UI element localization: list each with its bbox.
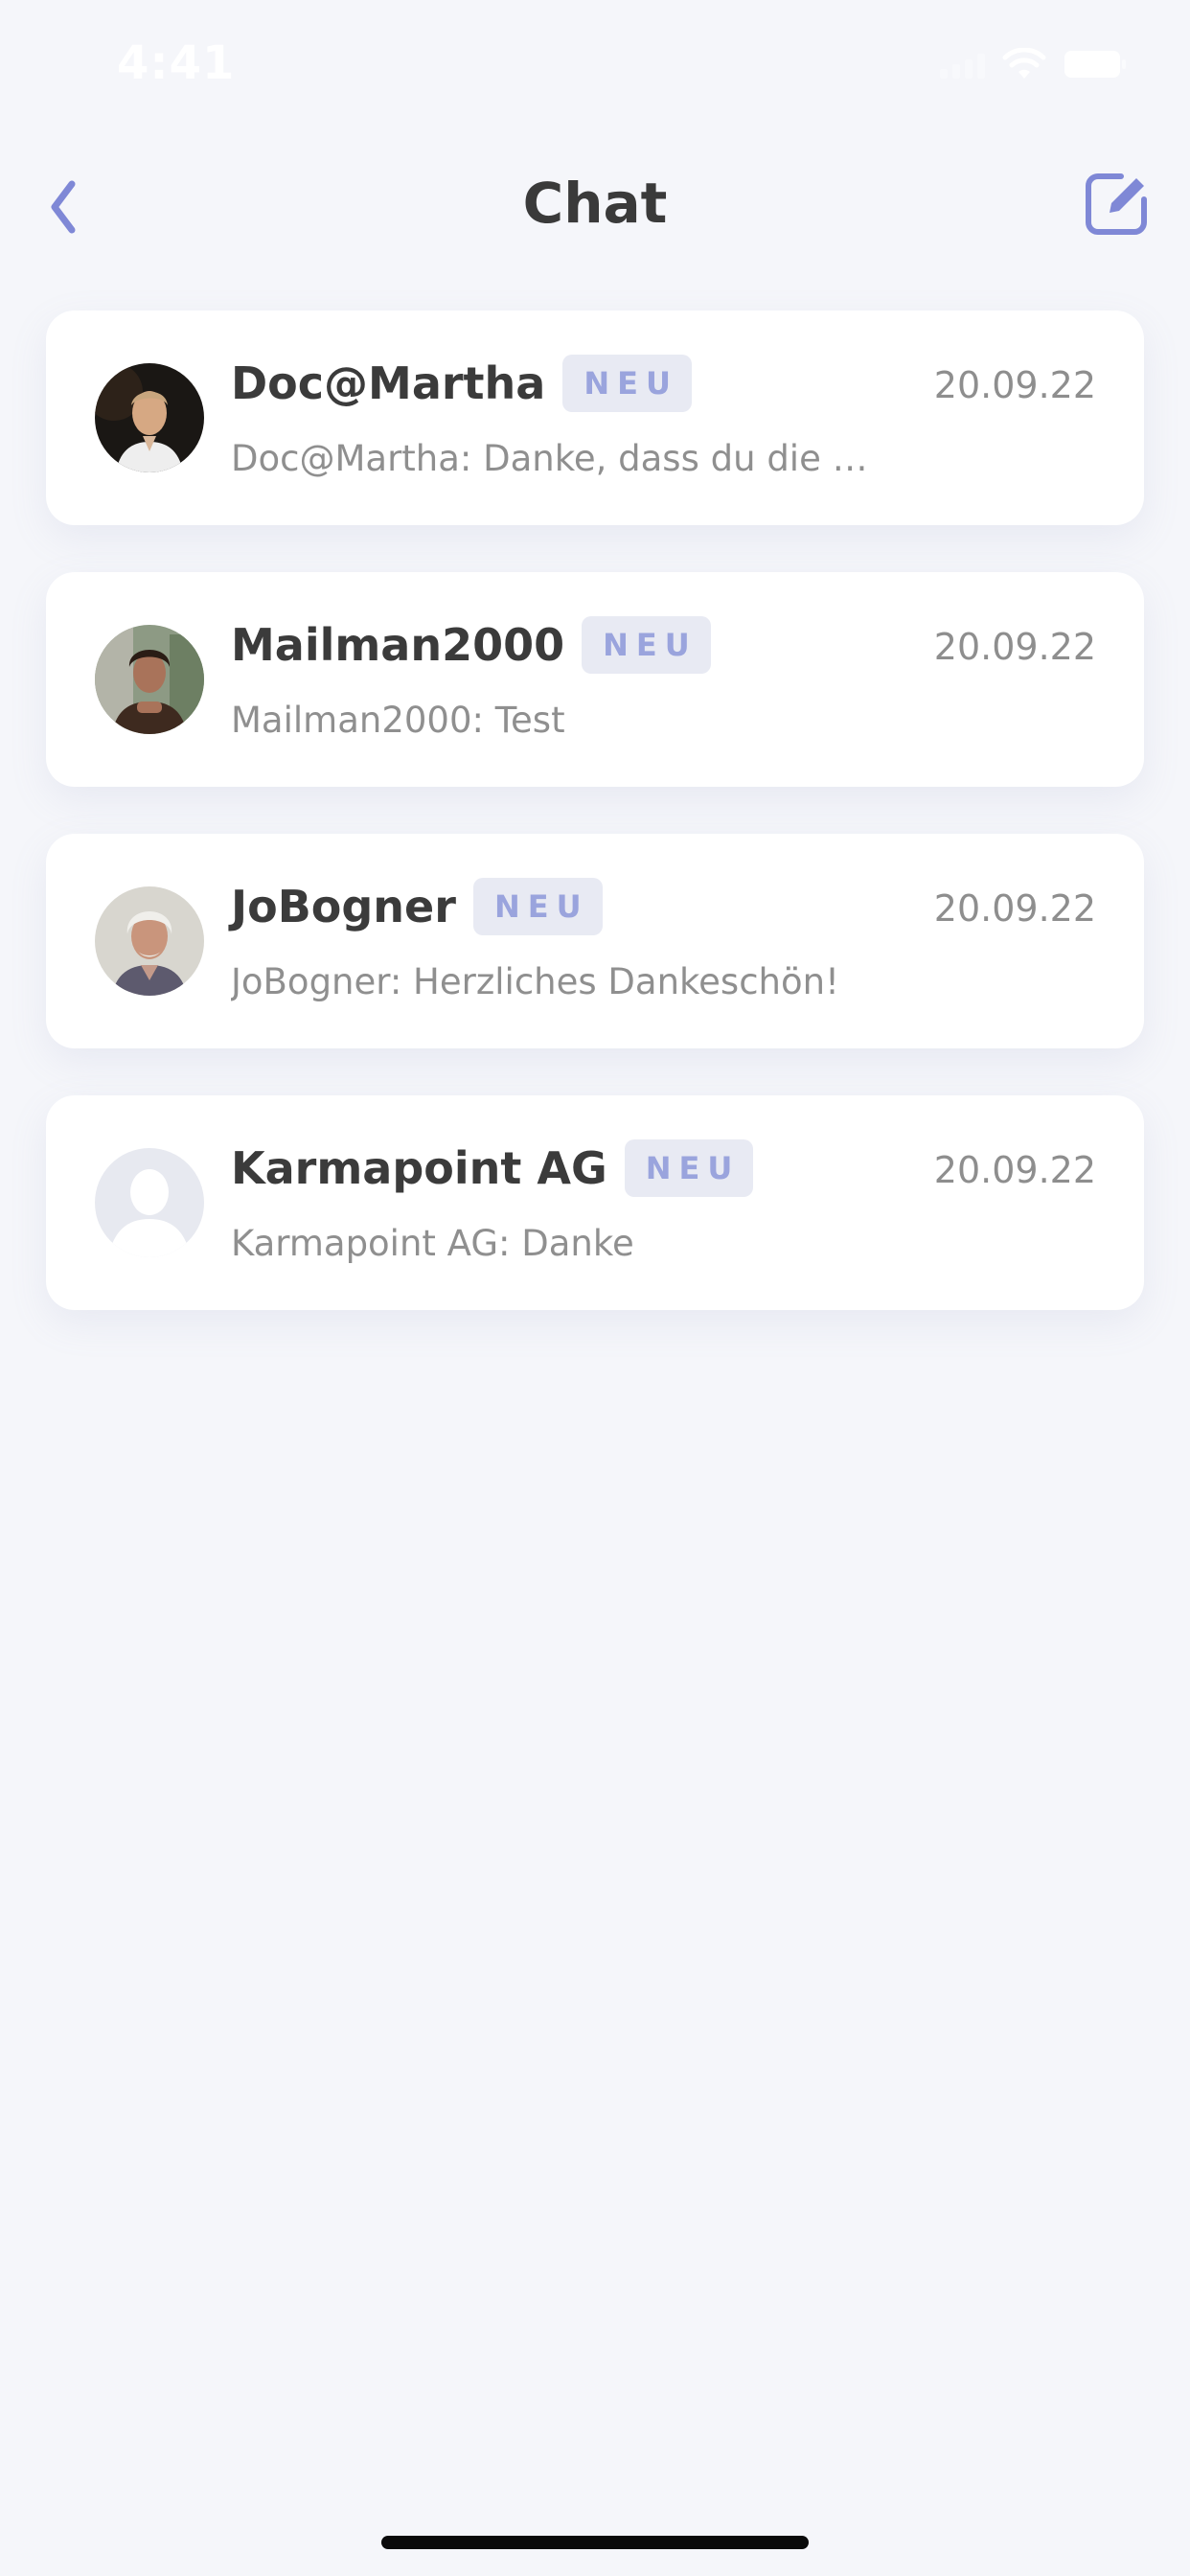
chat-name: Karmapoint AG <box>231 1142 607 1194</box>
chat-list: Doc@Martha NEU 20.09.22 Doc@Martha: Dank… <box>46 310 1144 1357</box>
avatar <box>95 363 204 472</box>
edit-pencil-icon <box>1083 169 1152 242</box>
wifi-icon <box>1002 48 1046 80</box>
chat-name-row: JoBogner NEU <box>231 878 603 935</box>
chat-name-row: Doc@Martha NEU <box>231 355 692 412</box>
chat-preview: JoBogner: Herzliches Dankeschön! <box>231 961 839 1002</box>
chat-list-item[interactable]: Karmapoint AG NEU 20.09.22 Karmapoint AG… <box>46 1095 1144 1310</box>
chat-date: 20.09.22 <box>933 1149 1096 1191</box>
avatar <box>95 886 204 996</box>
chat-name: JoBogner <box>231 881 456 932</box>
new-badge: NEU <box>562 355 692 412</box>
chat-name: Doc@Martha <box>231 357 546 409</box>
chat-preview: Karmapoint AG: Danke <box>231 1223 634 1264</box>
page-title: Chat <box>522 171 668 236</box>
new-badge: NEU <box>582 616 711 674</box>
chat-preview: Mailman2000: Test <box>231 700 565 741</box>
status-bar: 4:41 <box>0 0 1190 126</box>
chat-name: Mailman2000 <box>231 619 565 671</box>
avatar-placeholder <box>95 1148 204 1257</box>
home-indicator[interactable] <box>381 2536 809 2549</box>
chat-list-item[interactable]: JoBogner NEU 20.09.22 JoBogner: Herzlich… <box>46 834 1144 1048</box>
status-time: 4:41 <box>117 36 236 90</box>
new-badge: NEU <box>624 1139 754 1197</box>
chat-list-item[interactable]: Mailman2000 NEU 20.09.22 Mailman2000: Te… <box>46 572 1144 787</box>
status-icons <box>940 48 1127 80</box>
new-badge: NEU <box>472 878 603 935</box>
chat-date: 20.09.22 <box>933 626 1096 668</box>
battery-icon <box>1064 50 1127 79</box>
chat-list-item[interactable]: Doc@Martha NEU 20.09.22 Doc@Martha: Dank… <box>46 310 1144 525</box>
cellular-signal-icon <box>940 50 985 79</box>
chat-preview: Doc@Martha: Danke, dass du die … <box>231 438 868 479</box>
chat-date: 20.09.22 <box>933 364 1096 406</box>
chat-date: 20.09.22 <box>933 887 1096 930</box>
compose-button[interactable] <box>1079 167 1156 243</box>
chat-name-row: Mailman2000 NEU <box>231 616 711 674</box>
avatar <box>95 625 204 734</box>
chat-name-row: Karmapoint AG NEU <box>231 1139 754 1197</box>
header: Chat <box>0 163 1190 249</box>
